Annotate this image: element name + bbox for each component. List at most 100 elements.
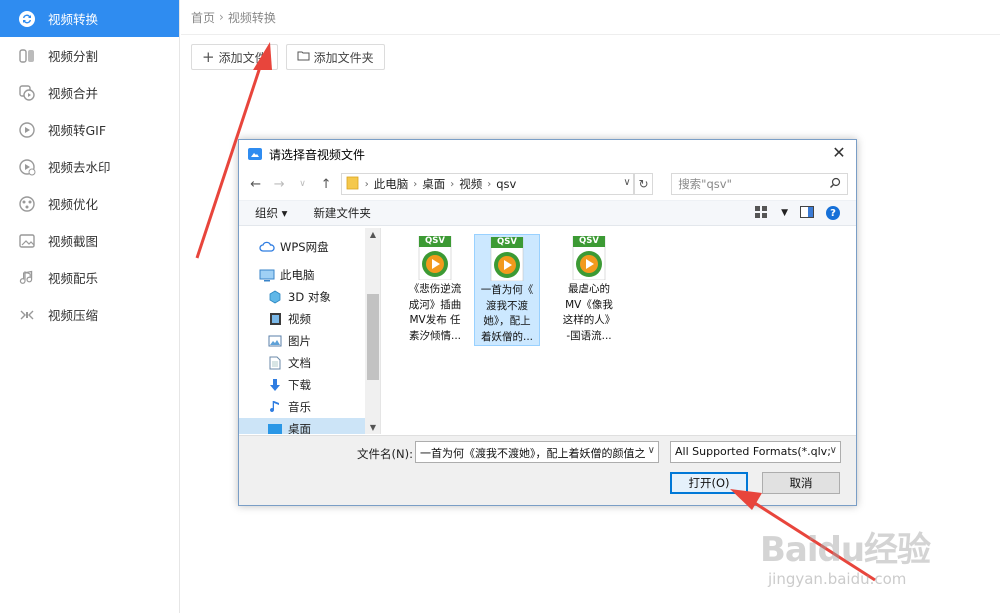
file-name-line: MV《像我 [565,298,613,311]
sidebar-item-label: 视频优化 [48,197,99,212]
search-icon [829,177,841,192]
preview-pane-icon[interactable] [800,205,814,221]
dialog-app-icon [247,146,263,162]
chevron-down-icon[interactable]: ∨ [648,445,655,456]
filename-label: 文件名(N): [357,447,413,461]
tree-item-wps-cloud[interactable]: WPS网盘 [239,236,380,258]
sidebar-item-label: 视频分割 [48,49,99,64]
music-note-icon [267,400,283,414]
recent-chevron-icon[interactable]: ∨ [294,175,311,193]
search-placeholder: 搜索"qsv" [678,177,732,191]
open-button[interactable]: 打开(O) [670,472,748,494]
folder-icon [346,176,360,193]
tree-item-music[interactable]: 音乐 [239,396,380,418]
merge-icon [18,84,36,102]
tree-item-label: 视频 [288,312,311,326]
sidebar-item-label: 视频配乐 [48,271,99,286]
organize-menu[interactable]: 组织 ▾ [255,205,287,221]
tree-item-videos[interactable]: 视频 [239,308,380,330]
tree-item-label: 3D 对象 [288,290,331,304]
sidebar-item-video-split[interactable]: 视频分割 [0,37,179,74]
file-type-select[interactable]: All Supported Formats(*.qlv; ∨ [670,441,841,463]
qsv-file-icon: QSV [415,235,455,281]
add-folder-label: 添加文件夹 [313,50,374,65]
add-folder-button[interactable]: 添加文件夹 [285,44,385,70]
file-name-line: 一首为何《 [480,284,534,296]
view-options-icon[interactable] [755,205,769,221]
breadcrumb-home[interactable]: 首页 [191,9,215,26]
tree-item-downloads[interactable]: 下载 [239,374,380,396]
video-folder-icon [267,312,283,326]
tree-scrollbar[interactable]: ▲ ▼ [365,228,380,434]
qsv-file-icon: QSV [569,235,609,281]
sidebar-item-video-compress[interactable]: 视频压缩 [0,296,179,333]
sidebar-item-label: 视频转换 [48,12,99,27]
tree-item-this-pc[interactable]: 此电脑 [239,264,380,286]
sidebar-item-video-remove-watermark[interactable]: 视频去水印 [0,148,179,185]
forward-arrow-icon[interactable]: → [270,175,287,193]
new-folder-button[interactable]: 新建文件夹 [313,205,371,221]
chevron-down-icon[interactable]: ∨ [623,177,630,188]
search-input[interactable]: 搜索"qsv" [671,173,848,195]
scroll-up-icon[interactable]: ▲ [365,230,380,239]
scroll-down-icon[interactable]: ▼ [365,423,380,432]
chevron-down-icon[interactable]: ∨ [830,445,837,456]
file-open-dialog: 请选择音视频文件 ✕ ← → ∨ ↑ › 此电脑 › 桌面 › 视频 › qsv… [238,139,857,506]
tree-item-documents[interactable]: 文档 [239,352,380,374]
toolbar: + 添加文件 添加文件夹 [191,44,385,70]
address-segment[interactable]: 此电脑 [374,176,409,192]
address-segment[interactable]: 桌面 [422,176,445,192]
split-icon [18,47,36,65]
dialog-close-button[interactable]: ✕ [830,145,848,163]
screenshot-icon [18,232,36,250]
up-arrow-icon[interactable]: ↑ [317,175,334,193]
sidebar-item-video-optimize[interactable]: 视频优化 [0,185,179,222]
sidebar-item-label: 视频转GIF [48,123,107,138]
chevron-down-icon[interactable]: ▼ [781,208,788,218]
address-segment[interactable]: qsv [496,177,516,191]
address-segment[interactable]: 视频 [459,176,482,192]
tree-item-3d-objects[interactable]: 3D 对象 [239,286,380,308]
file-item[interactable]: QSV 《悲伤逆流 成河》插曲 MV发布 任 素汐倾情... [402,234,468,344]
cancel-button[interactable]: 取消 [762,472,840,494]
file-item-selected[interactable]: QSV 一首为何《 渡我不渡 她》，配上 着妖僧的... [474,234,540,346]
desktop-icon [267,422,283,434]
file-name-line: 这样的人》 [562,314,616,326]
sidebar-item-video-screenshot[interactable]: 视频截图 [0,222,179,259]
sidebar-item-video-music[interactable]: 视频配乐 [0,259,179,296]
refresh-icon: ↻ [638,177,649,191]
scrollbar-thumb[interactable] [367,294,379,380]
file-name-line: 素汐倾情... [408,329,461,342]
filename-input[interactable]: 一首为何《渡我不渡她》，配上着妖僧的颜值之 ∨ [415,441,659,463]
qsv-file-icon: QSV [487,236,527,282]
plus-icon: + [202,48,215,66]
refresh-button[interactable]: ↻ [633,173,654,195]
sidebar-item-video-gif[interactable]: 视频转GIF [0,111,179,148]
qsv-label: QSV [425,236,445,246]
music-icon [18,269,36,287]
address-bar[interactable]: › 此电脑 › 桌面 › 视频 › qsv ∨ [340,173,634,195]
gif-icon [18,121,36,139]
help-icon[interactable]: ? [826,206,840,220]
breadcrumb-separator: › [219,10,224,24]
file-name-line: MV发布 任 [409,314,461,326]
file-item[interactable]: QSV 最虐心的 MV《像我 这样的人》 -国语流... [556,234,622,344]
optimize-icon [18,195,36,213]
sidebar-item-label: 视频压缩 [48,308,99,323]
back-arrow-icon[interactable]: ← [247,175,264,193]
add-file-button[interactable]: + 添加文件 [191,44,278,70]
download-icon [267,378,283,392]
add-file-label: 添加文件 [218,50,267,65]
cube-icon [267,290,283,304]
chevron-right-icon: › [364,178,369,190]
file-name-line: 她》，配上 [483,315,531,327]
tree-item-pictures[interactable]: 图片 [239,330,380,352]
file-name-line: 成河》插曲 [408,298,462,311]
tree-item-label: 文档 [288,356,311,370]
tree-item-label: 下载 [288,378,311,392]
command-bar: 组织 ▾ 新建文件夹 ▼ ? [239,200,856,226]
sidebar-item-video-merge[interactable]: 视频合并 [0,74,179,111]
computer-icon [259,268,275,282]
tree-item-desktop[interactable]: 桌面 [239,418,380,434]
sidebar-item-video-convert[interactable]: 视频转换 [0,0,179,37]
